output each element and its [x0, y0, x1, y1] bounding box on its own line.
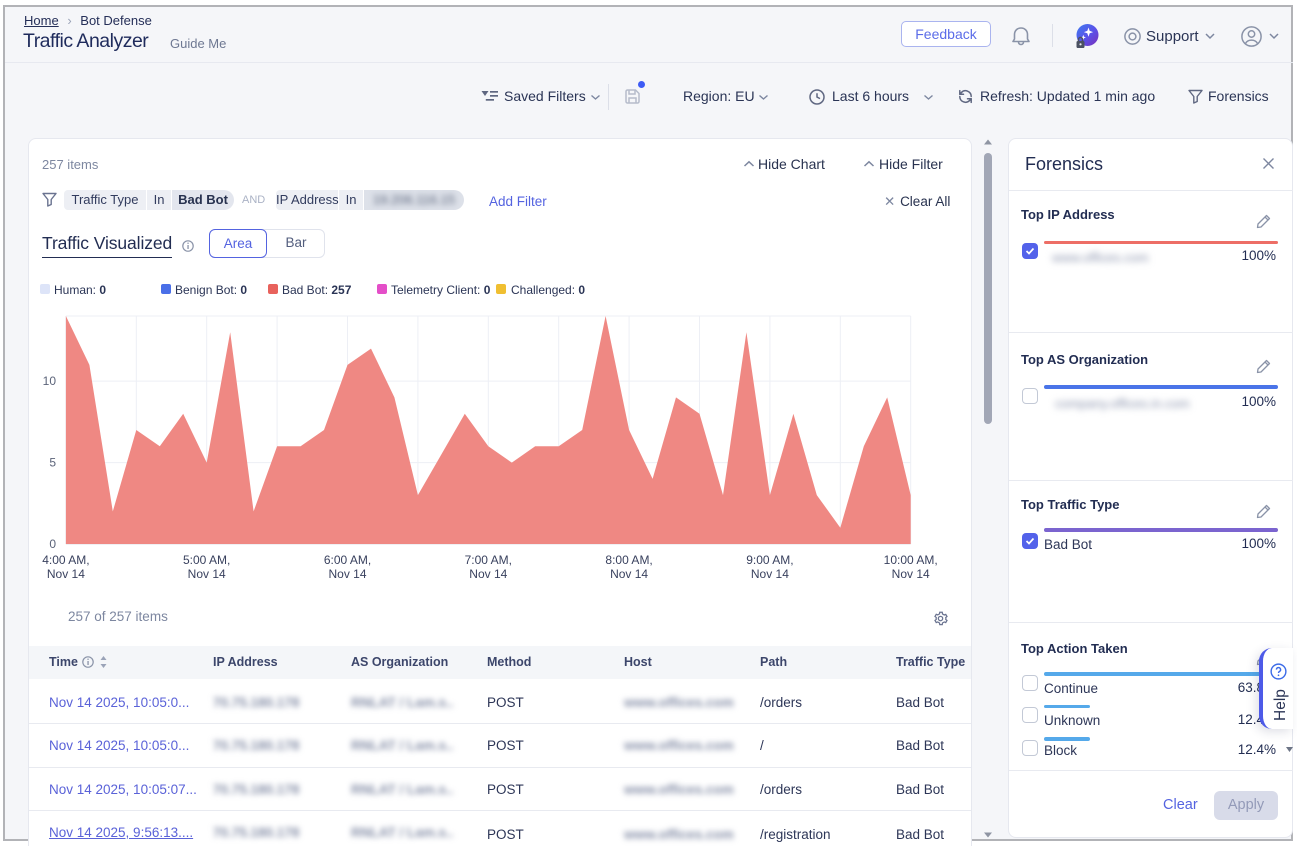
svg-text:9:00 AM,: 9:00 AM, [746, 553, 793, 567]
svg-text:Nov 14: Nov 14 [892, 567, 930, 581]
svg-text:Nov 14: Nov 14 [610, 567, 648, 581]
svg-text:Nov 14: Nov 14 [47, 567, 85, 581]
svg-text:Nov 14: Nov 14 [188, 567, 226, 581]
svg-text:4:00 AM,: 4:00 AM, [42, 553, 89, 567]
svg-text:Nov 14: Nov 14 [469, 567, 507, 581]
svg-text:6:00 AM,: 6:00 AM, [324, 553, 371, 567]
svg-text:10:00 AM,: 10:00 AM, [884, 553, 938, 567]
svg-text:5: 5 [49, 456, 56, 470]
svg-text:5:00 AM,: 5:00 AM, [183, 553, 230, 567]
svg-text:10: 10 [43, 374, 57, 388]
svg-text:Nov 14: Nov 14 [751, 567, 789, 581]
svg-text:8:00 AM,: 8:00 AM, [605, 553, 652, 567]
svg-text:7:00 AM,: 7:00 AM, [465, 553, 512, 567]
svg-text:0: 0 [49, 537, 56, 551]
svg-text:Nov 14: Nov 14 [328, 567, 366, 581]
